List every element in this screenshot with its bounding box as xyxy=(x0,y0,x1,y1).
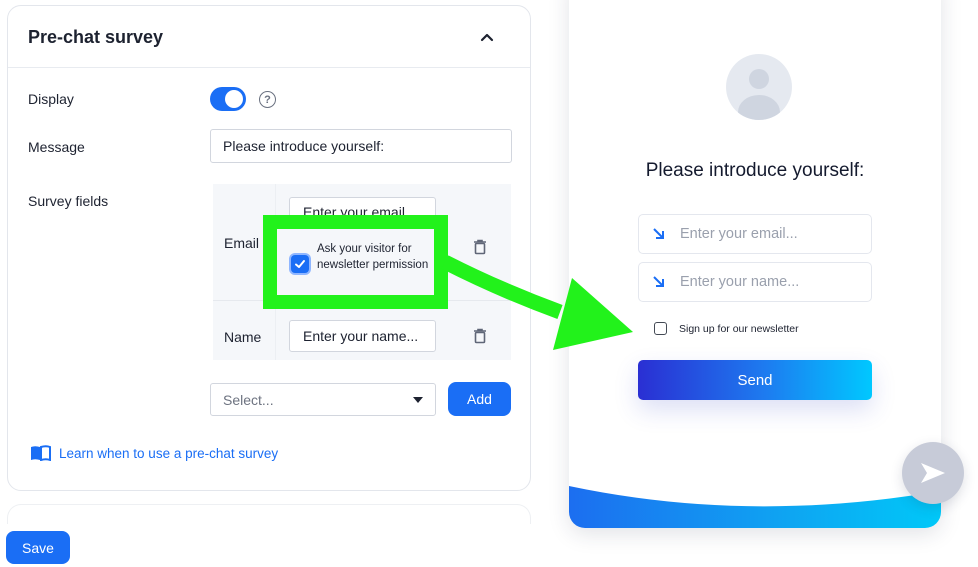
section-title: Pre-chat survey xyxy=(28,27,164,47)
display-label: Display xyxy=(28,91,74,107)
toggle-knob xyxy=(225,90,243,108)
caret-down-icon xyxy=(413,397,423,403)
survey-fields-table: Email Enter your email... Ask your visit… xyxy=(213,184,511,360)
trash-icon[interactable] xyxy=(473,328,487,344)
save-button[interactable]: Save xyxy=(6,531,70,564)
add-field-button[interactable]: Add xyxy=(448,382,511,416)
chevron-up-icon[interactable] xyxy=(478,28,496,46)
chat-widget-preview: Please introduce yourself: Enter your em… xyxy=(569,0,941,528)
preview-newsletter-label: Sign up for our newsletter xyxy=(679,322,799,335)
send-button[interactable]: Send xyxy=(638,360,872,400)
newsletter-permission-checkbox[interactable] xyxy=(291,255,309,273)
message-input[interactable]: Please introduce yourself: xyxy=(210,129,512,163)
preview-title: Please introduce yourself: xyxy=(645,160,865,181)
email-placeholder-input[interactable]: Enter your email... xyxy=(289,197,436,227)
preview-name-input[interactable]: Enter your name... xyxy=(638,262,872,302)
preview-newsletter-option[interactable]: Sign up for our newsletter xyxy=(654,322,799,335)
column-divider xyxy=(275,184,276,360)
select-placeholder: Select... xyxy=(223,391,274,408)
preview-name-placeholder: Enter your name... xyxy=(680,274,800,290)
next-section-card xyxy=(7,504,531,524)
card-header[interactable]: Pre-chat survey xyxy=(8,6,530,68)
preview-email-input[interactable]: Enter your email... xyxy=(638,214,872,254)
arrow-down-right-icon xyxy=(653,276,664,287)
newsletter-permission-option[interactable]: Ask your visitor for newsletter permissi… xyxy=(289,238,439,290)
check-icon xyxy=(295,260,305,268)
field-name-name: Name xyxy=(224,329,262,345)
learn-more-link[interactable]: Learn when to use a pre-chat survey xyxy=(30,445,278,461)
preview-email-placeholder: Enter your email... xyxy=(680,226,798,242)
trash-icon[interactable] xyxy=(473,239,487,255)
learn-more-label: Learn when to use a pre-chat survey xyxy=(59,445,279,461)
field-name-email: Email xyxy=(224,235,260,251)
row-divider xyxy=(213,300,511,301)
field-type-select[interactable]: Select... xyxy=(210,383,436,416)
message-label: Message xyxy=(28,139,85,155)
user-avatar-icon xyxy=(726,54,792,120)
footer-wave xyxy=(569,486,941,528)
send-icon xyxy=(921,463,945,483)
name-placeholder-input[interactable]: Enter your name... xyxy=(289,320,436,352)
preview-newsletter-checkbox[interactable] xyxy=(654,322,667,335)
book-icon xyxy=(31,445,51,461)
newsletter-permission-label: Ask your visitor for newsletter permissi… xyxy=(317,243,429,271)
question-circle-icon[interactable]: ? xyxy=(259,91,276,108)
pre-chat-survey-card: Pre-chat survey Display ? Message Please… xyxy=(7,5,531,491)
arrow-down-right-icon xyxy=(653,228,664,239)
display-toggle[interactable] xyxy=(210,87,246,111)
chat-launcher-button[interactable] xyxy=(902,442,964,504)
survey-fields-label: Survey fields xyxy=(28,193,109,209)
